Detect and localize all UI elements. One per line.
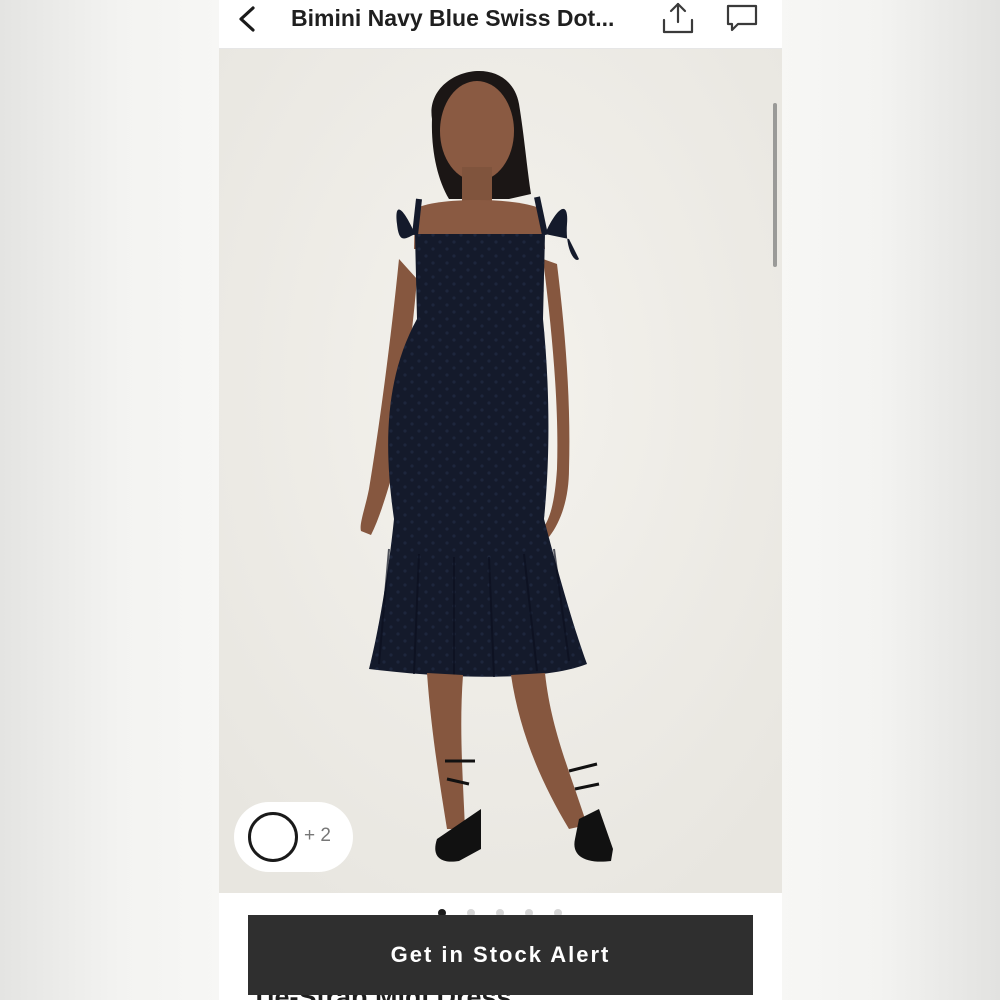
share-upload-icon <box>662 2 694 34</box>
comment-bubble-icon <box>726 4 758 32</box>
product-image-carousel[interactable]: + 2 <box>219 49 782 893</box>
color-swatch-selector[interactable]: + 2 <box>234 802 353 872</box>
comment-button[interactable] <box>725 2 759 34</box>
back-button[interactable] <box>227 2 267 42</box>
share-button[interactable] <box>660 0 696 36</box>
color-swatch-ring-icon[interactable] <box>248 812 298 862</box>
stock-alert-button[interactable]: Get in Stock Alert <box>248 915 753 995</box>
scroll-indicator[interactable] <box>773 103 777 267</box>
chevron-left-icon <box>239 6 255 32</box>
page-title: Bimini Navy Blue Swiss Dot... <box>291 5 615 31</box>
app-screen: Bimini Navy Blue Swiss Dot... + 2 Get in… <box>219 0 782 1000</box>
more-colors-count: + 2 <box>304 825 331 846</box>
top-navigation-bar: Bimini Navy Blue Swiss Dot... <box>219 0 782 49</box>
product-photo <box>219 49 782 893</box>
